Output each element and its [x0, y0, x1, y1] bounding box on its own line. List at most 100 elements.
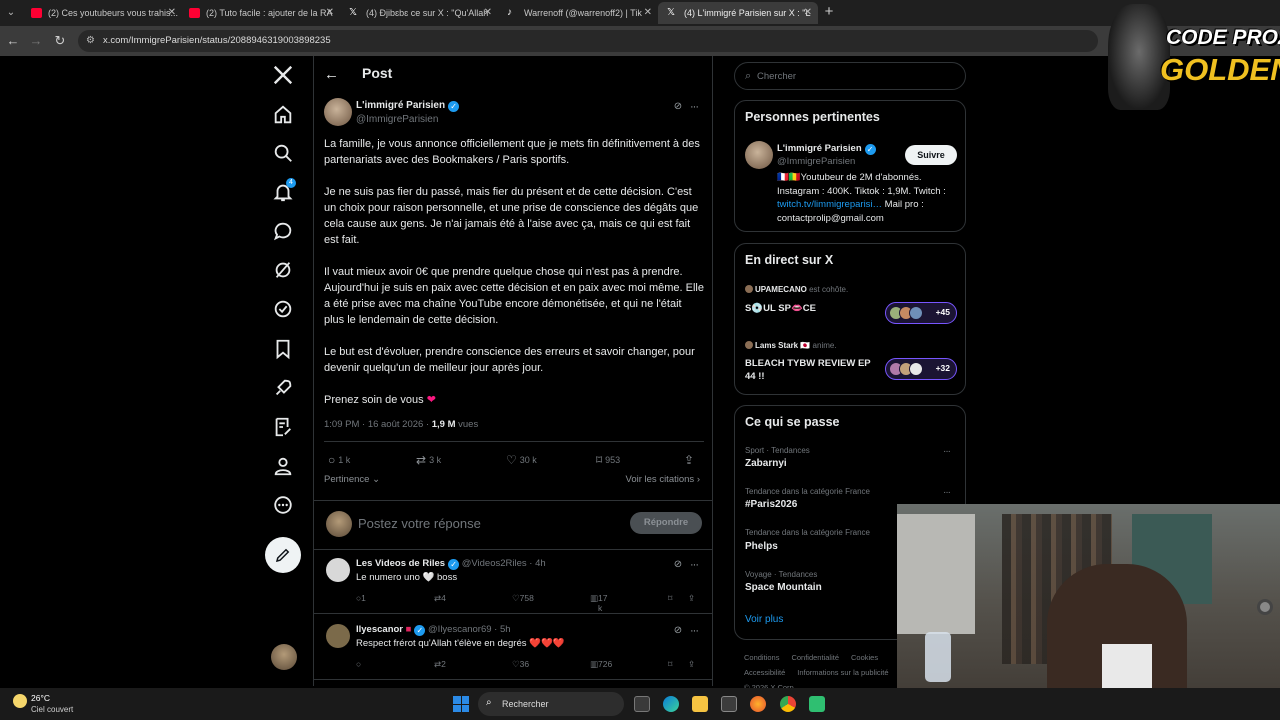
chrome-icon[interactable]: [780, 696, 796, 712]
windows-start-icon[interactable]: [453, 696, 469, 712]
weather-temperature[interactable]: 26°C: [31, 693, 50, 703]
like-action[interactable]: ♡ 30 k: [506, 452, 537, 468]
profile-icon[interactable]: [272, 455, 294, 477]
reply-more-icon[interactable]: ···: [690, 559, 704, 571]
reply-repost-count[interactable]: ⇄ 2: [434, 659, 446, 670]
bookmark-icon[interactable]: ⌑: [668, 659, 672, 670]
new-tab-icon[interactable]: +: [820, 3, 838, 21]
file-explorer-icon[interactable]: [692, 696, 708, 712]
reply-item[interactable]: Ilyescanor ■ ✓ @Ilyescanor69 · 5h ⊘ ··· R…: [314, 616, 712, 680]
live-space-title[interactable]: S💿UL SP👄CE: [745, 302, 881, 315]
reply-views-count[interactable]: ▥ 726: [590, 659, 612, 670]
store-icon[interactable]: [721, 696, 737, 712]
reply-like-count[interactable]: ♡ 36: [512, 659, 529, 670]
x-logo-icon[interactable]: [272, 64, 294, 86]
author-handle[interactable]: @ImmigreParisien: [356, 114, 438, 125]
reply-repost-count[interactable]: ⇄ 4: [434, 593, 446, 604]
footer-link[interactable]: Informations sur la publicité: [797, 668, 888, 677]
footer-link[interactable]: Conditions: [744, 653, 779, 662]
reply-author[interactable]: Les Videos de Riles ✓ @Videos2Riles · 4h: [356, 558, 546, 570]
trend-name[interactable]: Zabarnyi: [745, 458, 787, 469]
close-tab-icon[interactable]: ✕: [644, 2, 652, 24]
relevant-handle[interactable]: @ImmigreParisien: [777, 156, 855, 167]
footer-link[interactable]: Accessibilité: [744, 668, 785, 677]
close-tab-icon[interactable]: ✕: [804, 2, 812, 24]
live-listeners-pill[interactable]: +45: [885, 302, 957, 324]
close-tab-icon[interactable]: ✕: [326, 2, 334, 24]
author-name[interactable]: L'immigré Parisien ✓: [356, 100, 460, 112]
bookmark-icon[interactable]: ⌑: [668, 593, 672, 604]
author-avatar[interactable]: [324, 98, 352, 126]
relevant-avatar[interactable]: [745, 141, 773, 169]
grok-icon[interactable]: [272, 259, 294, 281]
reply-like-count[interactable]: ♡ 758: [512, 593, 534, 604]
account-avatar[interactable]: [271, 644, 297, 670]
see-more-link[interactable]: Voir plus: [745, 614, 783, 625]
browser-tab[interactable]: (2) Tuto facile : ajouter de la RA ✕: [180, 2, 340, 24]
repost-action[interactable]: ⇄ 3 k: [416, 452, 441, 468]
reply-input[interactable]: Postez votre réponse: [358, 516, 481, 531]
trend-more-icon[interactable]: ···: [943, 446, 951, 457]
trend-name[interactable]: #Paris2026: [745, 499, 797, 510]
weather-icon[interactable]: [13, 694, 27, 708]
browser-tab[interactable]: 𝕏 (4) Ɖjibɛbɛ ce sur X : "Qu'Allah ✕: [340, 2, 498, 24]
close-tab-icon[interactable]: ✕: [168, 2, 176, 24]
browser-tab[interactable]: (2) Ces youtubeurs vous trahis... ✕: [22, 2, 182, 24]
task-view-icon[interactable]: [634, 696, 650, 712]
compose-post-button[interactable]: [265, 537, 301, 573]
back-arrow-icon[interactable]: ←: [324, 67, 340, 83]
address-bar[interactable]: ⚙ x.com/ImmigreParisien/status/208894631…: [78, 30, 1098, 52]
premium-verified-icon[interactable]: [272, 298, 294, 320]
browser-tab-active[interactable]: 𝕏 (4) L'immigré Parisien sur X : "L ✕: [658, 2, 818, 24]
reply-views-count[interactable]: ▥ 17 k: [590, 593, 608, 613]
search-input[interactable]: ⌕ Chercher: [734, 62, 966, 90]
share-action[interactable]: ⇪: [684, 452, 697, 468]
more-options-icon[interactable]: [272, 494, 294, 516]
grok-explain-icon[interactable]: ⊘: [672, 101, 684, 113]
browser-tab[interactable]: ♪ Warrenoff (@warrenoff2) | Tik ✕: [498, 2, 658, 24]
bio-link[interactable]: twitch.tv/limmigreparisi…: [777, 199, 882, 210]
notifications-bell-icon[interactable]: 4: [272, 178, 296, 203]
footer-link[interactable]: Cookies: [851, 653, 878, 662]
bookmark-action[interactable]: ⌑ 953: [596, 452, 620, 468]
site-info-icon[interactable]: ⚙: [86, 35, 98, 47]
footer-link[interactable]: Confidentialité: [791, 653, 839, 662]
forward-icon[interactable]: →: [27, 32, 45, 50]
reply-avatar[interactable]: [326, 558, 350, 582]
reply-avatar[interactable]: [326, 624, 350, 648]
live-space-title[interactable]: BLEACH TYBW REVIEW EP 44 !!: [745, 357, 881, 383]
trend-more-icon[interactable]: ···: [943, 487, 951, 498]
share-icon[interactable]: ⇪: [688, 593, 695, 604]
app-icon[interactable]: [809, 696, 825, 712]
trend-name[interactable]: Space Mountain: [745, 582, 822, 593]
reply-reply-count[interactable]: ○ 1: [356, 593, 366, 603]
follow-button[interactable]: Suivre: [905, 145, 957, 165]
share-icon[interactable]: ⇪: [688, 659, 695, 670]
trend-name[interactable]: Phelps: [745, 541, 778, 552]
grok-explain-icon[interactable]: ⊘: [672, 625, 684, 637]
reply-item[interactable]: Les Videos de Riles ✓ @Videos2Riles · 4h …: [314, 550, 712, 614]
view-quotes-link[interactable]: Voir les citations ›: [626, 474, 700, 485]
live-listeners-pill[interactable]: +32: [885, 358, 957, 380]
timestamp-text[interactable]: 1:09 PM · 16 août 2026 ·: [324, 419, 432, 430]
edge-icon[interactable]: [663, 696, 679, 712]
reply-author[interactable]: Ilyescanor ■ ✓ @Ilyescanor69 · 5h: [356, 624, 511, 636]
reply-reply-count[interactable]: ○: [356, 659, 361, 669]
back-icon[interactable]: ←: [4, 32, 22, 50]
grok-explain-icon[interactable]: ⊘: [672, 559, 684, 571]
reply-more-icon[interactable]: ···: [690, 625, 704, 637]
reload-icon[interactable]: ↻: [51, 32, 69, 50]
lists-icon[interactable]: [272, 416, 294, 438]
close-tab-icon[interactable]: ✕: [484, 2, 492, 24]
home-icon[interactable]: [272, 104, 294, 126]
post-more-icon[interactable]: ···: [690, 101, 704, 113]
firefox-icon[interactable]: [750, 696, 766, 712]
sort-dropdown[interactable]: Pertinence ⌄: [324, 474, 380, 485]
relevant-name[interactable]: L'immigré Parisien ✓: [777, 143, 876, 155]
reply-submit-button[interactable]: Répondre: [630, 512, 702, 534]
business-rocket-icon[interactable]: [272, 377, 294, 399]
messages-icon[interactable]: [272, 220, 294, 242]
taskbar-search[interactable]: ⌕ Rechercher: [478, 692, 624, 716]
bookmarks-icon[interactable]: [272, 338, 294, 360]
explore-search-icon[interactable]: [272, 142, 294, 164]
